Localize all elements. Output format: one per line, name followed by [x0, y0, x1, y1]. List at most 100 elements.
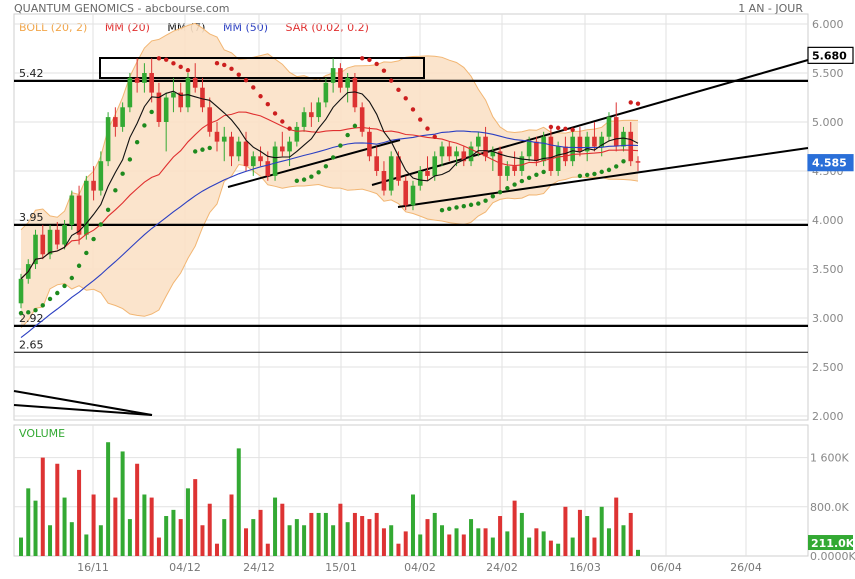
price-tick-label: 2.000	[812, 410, 844, 423]
volume-bar	[447, 534, 452, 556]
candle-body	[555, 146, 561, 171]
sar-dot	[33, 307, 38, 313]
candle-body	[483, 136, 488, 157]
volume-bar	[258, 509, 263, 556]
sar-dot	[134, 139, 140, 145]
sar-dot	[635, 101, 641, 106]
candle-body	[505, 166, 510, 176]
level-label: 5.42	[19, 67, 44, 80]
candle-body	[381, 171, 387, 191]
candle-body	[142, 73, 147, 83]
sar-dot	[352, 123, 358, 129]
candle-body	[417, 171, 423, 186]
sar-dot	[69, 275, 75, 281]
level-label: 3.95	[19, 211, 44, 224]
volume-bar	[207, 503, 212, 556]
sar-dot	[345, 132, 350, 138]
volume-label: VOLUME	[19, 427, 65, 440]
sar-dot	[185, 68, 191, 73]
candle-body	[149, 73, 154, 93]
candle-body	[439, 146, 445, 157]
price-tick-label: 6.000	[812, 18, 844, 31]
candle-body	[163, 97, 169, 122]
candle-body	[512, 166, 517, 171]
sar-dot	[367, 57, 372, 63]
volume-bar	[302, 525, 307, 556]
sar-dot	[526, 175, 532, 181]
sar-dot	[592, 171, 597, 177]
volume-bar	[563, 506, 568, 556]
candle-body	[526, 141, 532, 157]
sar-dot	[171, 61, 176, 66]
candle-body	[541, 136, 546, 162]
sar-dot	[534, 172, 539, 177]
candle-body	[606, 117, 612, 137]
volume-bar	[127, 519, 132, 556]
volume-bar	[621, 525, 626, 556]
sar-dot	[287, 126, 292, 131]
volume-bar	[490, 537, 495, 556]
volume-bar	[236, 448, 241, 556]
sar-dot	[301, 177, 307, 182]
candle-body	[388, 156, 394, 191]
volume-bar	[410, 494, 415, 556]
sar-dot	[555, 125, 561, 131]
candle-body	[613, 117, 619, 147]
sar-dot	[214, 61, 220, 66]
price-badge-label: 5.680	[812, 49, 847, 62]
candle-body	[185, 77, 191, 108]
candle-body	[120, 107, 125, 127]
candle-body	[374, 156, 379, 171]
sar-dot	[483, 198, 488, 203]
volume-bar	[244, 528, 249, 556]
volume-bar	[403, 531, 408, 556]
volume-bar	[367, 519, 372, 556]
date-tick-label: 16/03	[569, 561, 601, 574]
volume-bar	[120, 451, 125, 556]
candle-body	[446, 146, 452, 157]
candle-body	[200, 87, 205, 108]
candle-body	[403, 180, 409, 206]
candle-body	[345, 77, 350, 88]
sar-dot	[425, 126, 430, 131]
volume-bar	[461, 534, 466, 556]
volume-bar	[381, 528, 386, 556]
price-chart[interactable]: 5.423.952.922.65 VOLUME 6.0005.5005.0004…	[0, 0, 855, 579]
volume-bar	[396, 543, 401, 556]
candle-body	[316, 102, 321, 118]
sar-dot	[163, 57, 169, 62]
sar-dot	[258, 94, 263, 99]
sar-dot	[229, 66, 234, 72]
sar-dot	[410, 107, 416, 112]
candle-body	[294, 126, 300, 142]
volume-bar	[345, 522, 350, 556]
candle-body	[221, 136, 227, 142]
volume-bar	[251, 519, 256, 556]
volume-bar	[280, 503, 285, 556]
candle-body	[243, 141, 249, 167]
sar-dot	[222, 62, 227, 68]
sar-dot	[570, 127, 575, 132]
candle-body	[105, 117, 111, 162]
candle-body	[229, 136, 234, 157]
candle-body	[287, 141, 292, 152]
sar-dot	[461, 203, 466, 209]
sar-dot	[120, 171, 125, 176]
candle-body	[127, 77, 133, 108]
sar-dot	[142, 123, 147, 128]
volume-bar	[178, 519, 183, 556]
volume-bar	[229, 494, 234, 556]
sar-dot	[359, 56, 365, 61]
volume-bar	[570, 537, 575, 556]
volume-tick-label: 800.0K	[810, 501, 849, 514]
sar-dot	[519, 178, 525, 184]
date-tick-label: 15/01	[325, 561, 357, 574]
sar-dot	[113, 188, 118, 193]
volume-bar	[26, 488, 31, 556]
volume-bar	[323, 512, 328, 556]
sar-dot	[454, 205, 459, 210]
volume-bar	[69, 522, 74, 556]
volume-bar	[498, 516, 503, 556]
volume-bar	[454, 528, 459, 556]
sar-dot	[628, 100, 633, 105]
